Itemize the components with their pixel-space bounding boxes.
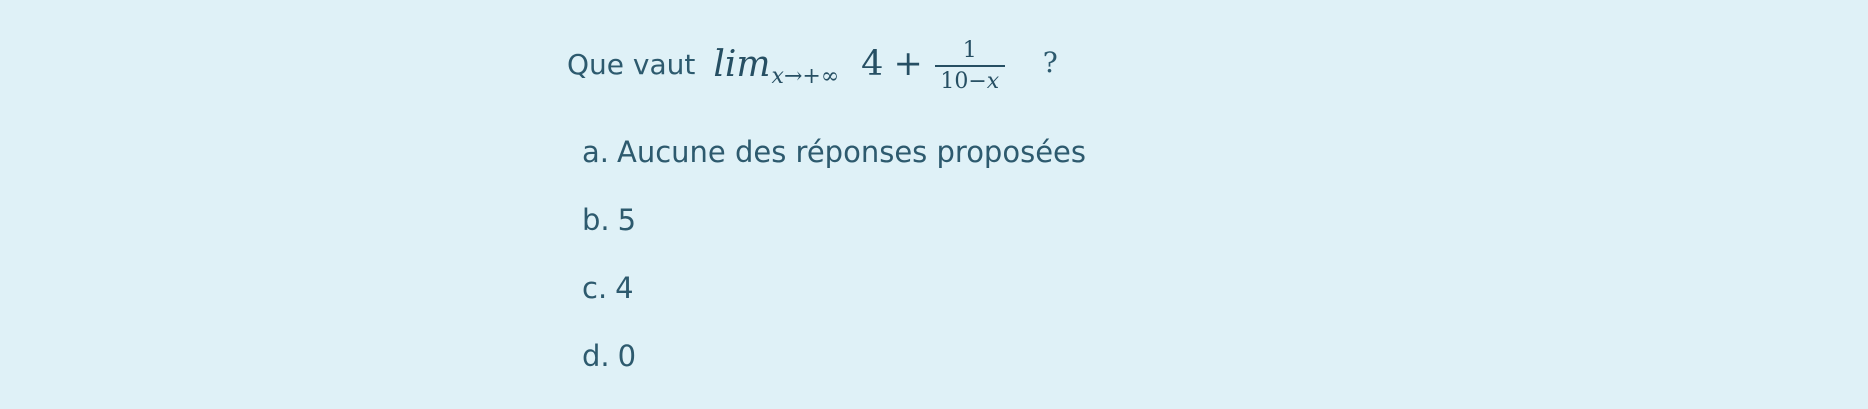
choice-text: 5: [617, 203, 637, 237]
question-prefix: Que vaut: [567, 47, 696, 81]
choice-text: 0: [617, 339, 637, 373]
choice-letter: a.: [582, 135, 609, 169]
choice-letter: d.: [582, 339, 610, 373]
fraction-denominator: 10−x: [940, 67, 999, 93]
limit-expression: lim x→+∞ 4 + 1 10−x: [713, 37, 1005, 93]
choice-letter: c.: [582, 271, 608, 305]
question-text: Que vaut lim x→+∞ 4 + 1 10−x ?: [567, 34, 1058, 94]
choice-b[interactable]: b. 5: [582, 186, 1086, 254]
fraction-numerator: 1: [962, 37, 977, 63]
choice-c[interactable]: c. 4: [582, 254, 1086, 322]
denominator-number: 10−: [940, 68, 987, 94]
lim-operator: lim: [713, 43, 771, 85]
choice-text: 4: [615, 271, 634, 305]
fraction: 1 10−x: [934, 37, 1005, 93]
choice-text: Aucune des réponses proposées: [617, 135, 1086, 169]
answer-choices: a. Aucune des réponses proposées b. 5 c.…: [582, 118, 1086, 390]
choice-a[interactable]: a. Aucune des réponses proposées: [582, 118, 1086, 186]
question-mark: ?: [1042, 45, 1058, 79]
choice-d[interactable]: d. 0: [582, 322, 1086, 390]
denominator-variable: x: [986, 68, 1000, 94]
lim-subscript: x→+∞: [771, 63, 840, 89]
choice-letter: b.: [582, 203, 610, 237]
plus-sign: +: [893, 44, 923, 84]
constant-term: 4: [861, 44, 884, 84]
